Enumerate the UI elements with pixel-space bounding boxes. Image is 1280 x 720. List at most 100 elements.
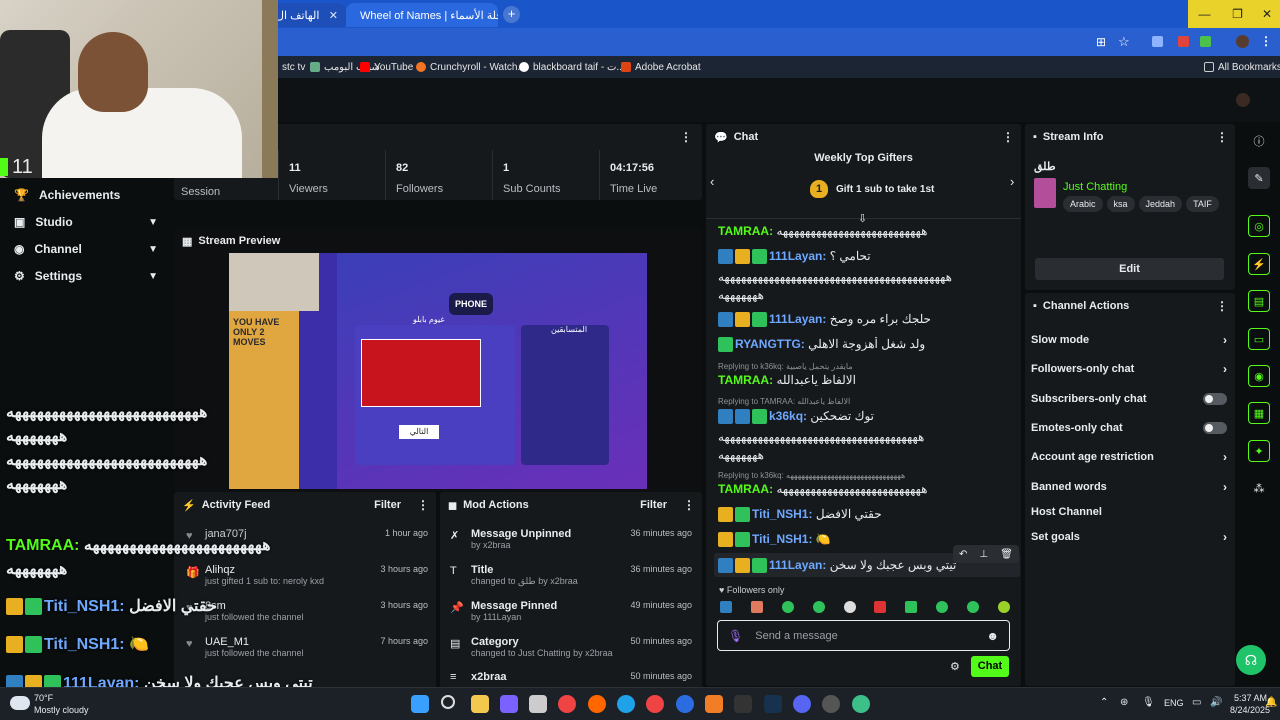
chat-message[interactable]: هههههههه — [718, 448, 1018, 462]
obs-icon[interactable] — [705, 695, 723, 713]
tag[interactable]: Arabic — [1063, 196, 1103, 212]
menu-icon[interactable]: ⋮ — [683, 498, 695, 512]
bookmark-item[interactable]: stc tv — [282, 56, 305, 78]
close-icon[interactable]: ✕ — [329, 9, 338, 22]
close-window-button[interactable]: ✕ — [1254, 0, 1280, 28]
support-icon[interactable]: ☊ — [1236, 645, 1266, 675]
user-avatar[interactable] — [1236, 93, 1250, 107]
chat-message[interactable]: TAMRAA: الالفاظ ياعبدالله — [718, 373, 1018, 387]
browser-tab[interactable]: الهاتف ال ✕ — [268, 3, 346, 27]
chat-message[interactable]: k36kq: توك تضحكين — [718, 409, 1018, 425]
wrench-icon[interactable]: ✦ — [1248, 440, 1270, 462]
gear-icon[interactable]: ⚙ — [950, 660, 960, 673]
host-channel-action[interactable]: Host Channel — [1031, 500, 1227, 524]
menu-icon[interactable]: ⋮ — [1002, 130, 1014, 144]
chat-message[interactable]: هههههههههههههههههههههههههههههههههههههههه… — [718, 270, 1018, 284]
chat-username[interactable]: Titi_NSH1: — [752, 532, 812, 546]
chat-username[interactable]: 111Layan: — [769, 249, 826, 263]
emote-icon[interactable] — [781, 601, 794, 613]
tag[interactable]: Jeddah — [1138, 196, 1183, 212]
chat-message[interactable]: TAMRAA: ههههههههههههههههههههههههههه — [718, 224, 1018, 238]
lightning-icon[interactable]: ⚡ — [1248, 253, 1270, 275]
emote-icon[interactable] — [997, 601, 1010, 613]
set-goals-action[interactable]: Set goals › — [1031, 525, 1227, 549]
menu-icon[interactable]: ⋮ — [1260, 34, 1272, 48]
subscribers-only-action[interactable]: Subscribers-only chat — [1031, 387, 1227, 411]
emote-icon[interactable] — [967, 601, 979, 613]
emote-icon[interactable] — [750, 601, 763, 613]
emote-icon[interactable] — [936, 601, 949, 613]
clipboard-icon[interactable]: ▤ — [1248, 290, 1270, 312]
chat-username[interactable]: k36kq: — [769, 409, 807, 423]
emote-icon[interactable] — [843, 601, 856, 613]
file-explorer-icon[interactable] — [471, 695, 489, 713]
app-icon[interactable] — [822, 695, 840, 713]
followers-only-action[interactable]: Followers-only chat › — [1031, 357, 1227, 381]
chat-input[interactable]: 🎙 Send a message ☻ — [717, 620, 1010, 651]
chat-username[interactable]: TAMRAA: — [718, 224, 773, 238]
chat-username[interactable]: Titi_NSH1: — [752, 507, 812, 521]
minimize-button[interactable]: — — [1188, 0, 1221, 28]
chat-username[interactable]: TAMRAA: — [718, 373, 773, 387]
nav-item-channel[interactable]: ◉ Channel ▼ — [0, 236, 170, 262]
new-tab-button[interactable]: + — [503, 6, 520, 23]
menu-icon[interactable]: ⋮ — [1216, 130, 1228, 144]
subscribers-only-toggle[interactable] — [1203, 393, 1227, 405]
chevron-up-icon[interactable]: ⌃ — [1100, 697, 1108, 708]
apps-icon[interactable]: ⁂ — [1248, 477, 1270, 499]
emote-icon[interactable] — [874, 601, 887, 613]
nav-item-studio[interactable]: ▣ Studio ▼ — [0, 209, 170, 235]
weather-desc[interactable]: Mostly cloudy — [34, 705, 89, 715]
menu-icon[interactable]: ⋮ — [417, 498, 429, 512]
chat-message[interactable]: 111Layan: تحامي ؟ — [718, 249, 1018, 265]
wifi-icon[interactable]: ⊛ — [1120, 697, 1128, 708]
chat-message[interactable]: RYANGTTG: ولد شغل أهزوجة الاهلي — [718, 337, 1018, 353]
edit-button[interactable]: Edit — [1035, 258, 1224, 280]
tag[interactable]: ksa — [1106, 196, 1135, 212]
translate-icon[interactable]: ⊞ — [1096, 35, 1106, 49]
browser-tab-active[interactable]: Wheel of Names | عجلة الأسماء✕ — [346, 3, 498, 27]
nav-item-achievements[interactable]: 🏆 Achievements — [0, 182, 170, 208]
reply-context[interactable]: Replying to k36kq: مايقدر يتحمل ياصبية — [718, 362, 853, 371]
chevron-left-icon[interactable]: ‹ — [710, 174, 714, 189]
target-icon[interactable]: ◎ — [1248, 215, 1270, 237]
emotes-only-toggle[interactable] — [1203, 422, 1227, 434]
info-icon[interactable]: ⓘ — [1248, 130, 1270, 152]
reply-context[interactable]: Replying to k36kq: ههههههههههههههههههههه… — [718, 471, 905, 480]
pencil-icon[interactable]: ✎ — [1248, 167, 1270, 189]
pin-icon[interactable]: ⊥ — [979, 549, 988, 560]
notification-icon[interactable]: 🔔 — [1265, 697, 1277, 708]
tag[interactable]: TAIF — [1186, 196, 1219, 212]
delete-icon[interactable]: 🗑 — [1000, 549, 1013, 560]
emoji-icon[interactable]: ☻ — [986, 629, 999, 643]
chat-message[interactable]: ههههههههههههههههههههههههههههههههههههه — [718, 430, 1018, 444]
account-age-action[interactable]: Account age restriction › — [1031, 445, 1227, 469]
app-icon[interactable] — [676, 695, 694, 713]
send-chat-button[interactable]: Chat — [971, 656, 1009, 677]
clock-time[interactable]: 5:37 AM — [1234, 693, 1267, 703]
star-icon[interactable]: ☆ — [1118, 34, 1130, 50]
chat-message[interactable]: 111Layan: حلجك براء مره وصخ — [718, 312, 1018, 328]
extension-icon[interactable] — [1178, 36, 1189, 47]
steam-icon[interactable] — [764, 695, 782, 713]
search-icon[interactable] — [441, 695, 455, 709]
chat-username[interactable]: 111Layan: — [769, 312, 826, 326]
filter-button[interactable]: Filter — [640, 499, 667, 511]
microphone-icon[interactable]: 🎙 — [1142, 697, 1155, 708]
chat-username[interactable]: RYANGTTG: — [735, 337, 805, 351]
chrome-icon[interactable] — [646, 695, 664, 713]
layout-icon[interactable]: ▦ — [1248, 402, 1270, 424]
weather-temp[interactable]: 70°F — [34, 693, 53, 703]
all-bookmarks[interactable]: All Bookmarks — [1204, 56, 1280, 78]
chat-message[interactable]: TAMRAA: ههههههههههههههههههههههههههه — [718, 482, 1018, 496]
microphone-icon[interactable]: 🎙 — [728, 629, 743, 643]
bookmark-item[interactable]: Crunchyroll - Watch... — [416, 56, 526, 78]
language-indicator[interactable]: ENG — [1164, 698, 1184, 708]
stream-preview-video[interactable]: YOU HAVE ONLY 2 MOVES PHONE غيوم بابلو ا… — [229, 253, 647, 489]
reply-icon[interactable]: ↶ — [959, 549, 967, 560]
app-icon[interactable] — [852, 695, 870, 713]
chrome-icon[interactable] — [558, 695, 576, 713]
menu-icon[interactable]: ⋮ — [680, 130, 692, 144]
chat-bubble-icon[interactable]: ▭ — [1248, 328, 1270, 350]
reply-context[interactable]: Replying to TAMRAA: الالفاظ ياعبدالله — [718, 397, 850, 406]
